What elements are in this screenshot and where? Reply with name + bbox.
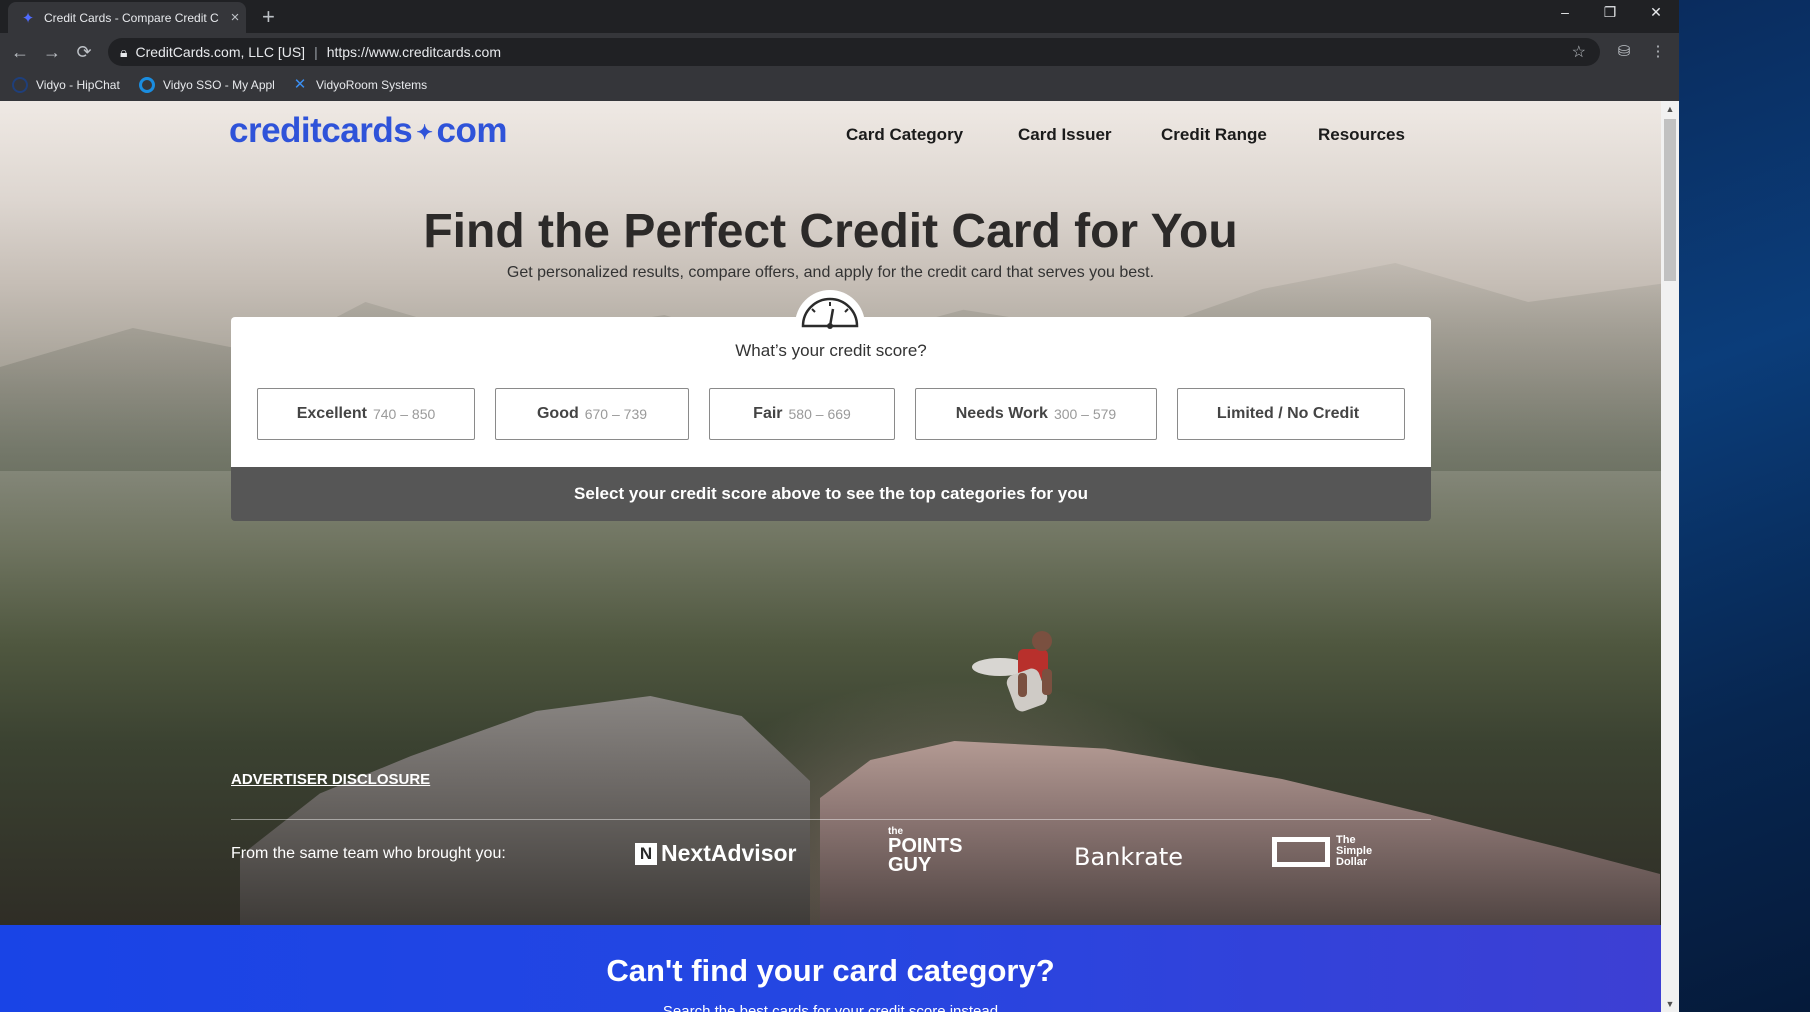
advertiser-disclosure-link[interactable]: ADVERTISER DISCLOSURE: [231, 771, 430, 788]
tpg-line2: GUY: [888, 854, 932, 876]
desktop-wallpaper: [1679, 0, 1810, 1012]
scroll-thumb[interactable]: [1664, 119, 1676, 281]
hero-divider: [231, 819, 1431, 820]
bookmark-vidyo-sso[interactable]: Vidyo SSO - My Appl: [139, 77, 275, 93]
speedometer-icon: [801, 297, 859, 329]
bookmark-vidyoroom[interactable]: ✕ VidyoRoom Systems: [292, 77, 427, 93]
scroll-up-arrow-icon[interactable]: ▲: [1661, 101, 1679, 117]
address-separator: |: [314, 44, 318, 60]
band-subtitle: Search the best cards for your credit sc…: [662, 1003, 999, 1012]
tab-close-icon[interactable]: ×: [224, 9, 246, 26]
score-option-range: 740 – 850: [372, 406, 436, 422]
lock-icon: 🔒︎: [120, 43, 128, 60]
creditcards-logo[interactable]: creditcards ✦ com: [229, 111, 507, 151]
nav-credit-range[interactable]: Credit Range: [1161, 125, 1267, 145]
bookmark-label: VidyoRoom Systems: [316, 78, 428, 92]
score-option-range: 580 – 669: [788, 406, 851, 422]
nextadvisor-text: NextAdvisor: [661, 840, 797, 866]
new-tab-button[interactable]: +: [262, 4, 275, 30]
bookmark-label: Vidyo - HipChat: [36, 78, 120, 92]
creditcards-favicon-icon: ✦: [21, 9, 35, 27]
hero-title: Find the Perfect Credit Card for You: [423, 205, 1238, 258]
score-limited-button[interactable]: Limited / No Credit: [1177, 388, 1405, 440]
score-excellent-button[interactable]: Excellent 740 – 850: [257, 388, 475, 440]
nextadvisor-logo[interactable]: N NextAdvisor: [635, 840, 796, 867]
score-option-range: 300 – 579: [1053, 406, 1117, 422]
nav-card-issuer[interactable]: Card Issuer: [1018, 125, 1112, 145]
close-window-button[interactable]: ✕: [1633, 4, 1679, 21]
scroll-down-arrow-icon[interactable]: ▼: [1661, 996, 1679, 1012]
menu-dots-icon[interactable]: ⋮: [1646, 40, 1670, 64]
bookmarks-bar: Vidyo - HipChat Vidyo SSO - My Appl ✕ Vi…: [0, 71, 1679, 102]
logo-text-left: creditcards: [229, 111, 413, 150]
score-option-label: Needs Work: [955, 405, 1048, 422]
rock-formation-left: [240, 696, 810, 931]
web-page: creditcards ✦ com Card Category Card Issue…: [0, 101, 1661, 1012]
credit-score-question: What’s your credit score?: [735, 341, 927, 360]
bookmark-hipchat[interactable]: Vidyo - HipChat: [12, 77, 120, 93]
simple-dollar-mark-icon: [1272, 836, 1330, 867]
sso-icon: [139, 77, 155, 93]
minimize-button[interactable]: –: [1542, 4, 1588, 20]
score-option-label: Limited / No Credit: [1216, 405, 1360, 422]
reload-icon[interactable]: ⟳: [70, 40, 98, 64]
score-needs-work-button[interactable]: Needs Work 300 – 579: [915, 388, 1157, 440]
score-good-button[interactable]: Good 670 – 739: [495, 388, 689, 440]
hipchat-icon: [12, 77, 28, 93]
tab-creditcards[interactable]: ✦ Credit Cards - Compare Credit C ×: [8, 2, 246, 33]
hero-section: creditcards ✦ com Card Category Card Issue…: [0, 101, 1661, 931]
vidyo-icon: ✕: [293, 76, 307, 93]
bookmark-star-icon[interactable]: ☆: [1572, 42, 1586, 62]
from-team-text: From the same team who brought you:: [231, 845, 506, 862]
score-option-label: Fair: [753, 405, 783, 422]
browser-window: ✦ Credit Cards - Compare Credit C × + – …: [0, 0, 1679, 1012]
back-arrow-icon[interactable]: ←: [6, 40, 34, 64]
score-option-label: Excellent: [296, 405, 367, 422]
bankrate-logo[interactable]: Bankrate: [1074, 843, 1183, 871]
bookmark-label: Vidyo SSO - My Appl: [163, 78, 275, 92]
forward-arrow-icon[interactable]: →: [38, 40, 66, 64]
credit-score-card: What’s your credit score? Excellent 740 –…: [231, 317, 1431, 467]
score-option-label: Good: [536, 405, 579, 422]
score-prompt-bar: Select your credit score above to see th…: [231, 467, 1431, 521]
nav-card-category[interactable]: Card Category: [846, 125, 963, 145]
tab-title: Credit Cards - Compare Credit C: [44, 10, 219, 25]
card-category-band: Can't find your card category? Search th…: [0, 925, 1661, 1012]
page-scrollbar[interactable]: ▲ ▼: [1661, 101, 1679, 1012]
browser-toolbar: ← → ⟳ 🔒︎ CreditCards.com, LLC [US] | htt…: [0, 33, 1679, 71]
logo-text-right: com: [436, 111, 507, 150]
band-title: Can't find your card category?: [606, 953, 1055, 988]
url-text: https://www.creditcards.com: [326, 44, 501, 60]
nav-resources[interactable]: Resources: [1318, 125, 1405, 145]
site-identity: CreditCards.com, LLC [US]: [135, 44, 306, 60]
simple-dollar-logo[interactable]: The Simple Dollar: [1272, 835, 1372, 868]
person-on-rock-image: [972, 631, 1052, 712]
restore-button[interactable]: ❐: [1587, 4, 1633, 21]
score-fair-button[interactable]: Fair 580 – 669: [709, 388, 895, 440]
points-guy-logo[interactable]: the POINTS GUY: [888, 827, 962, 876]
incognito-icon[interactable]: ⛁: [1612, 40, 1636, 64]
nextadvisor-mark-icon: N: [635, 842, 657, 865]
hero-subtitle: Get personalized results, compare offers…: [506, 264, 1155, 281]
address-bar[interactable]: 🔒︎ CreditCards.com, LLC [US] | https://w…: [108, 38, 1600, 66]
simple-dollar-text: The Simple Dollar: [1336, 834, 1373, 868]
tab-strip: ✦ Credit Cards - Compare Credit C × + – …: [0, 0, 1679, 33]
logo-star-icon: ✦: [416, 122, 433, 145]
score-option-range: 670 – 739: [584, 406, 648, 422]
